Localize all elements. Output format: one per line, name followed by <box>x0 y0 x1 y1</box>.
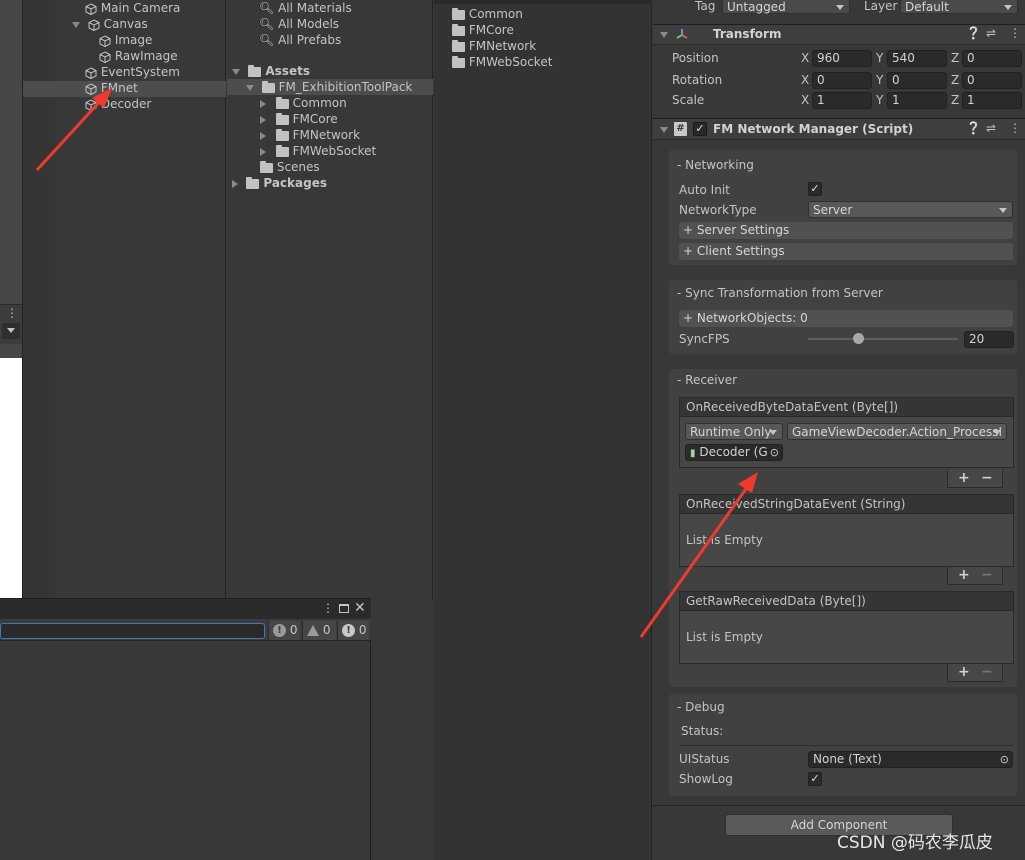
watermark-text: CSDN @码农李瓜皮 <box>837 833 993 853</box>
arrow-to-byte-event <box>639 472 758 638</box>
annotation-arrows <box>35 88 758 638</box>
arrow-to-fmnet <box>35 88 112 172</box>
